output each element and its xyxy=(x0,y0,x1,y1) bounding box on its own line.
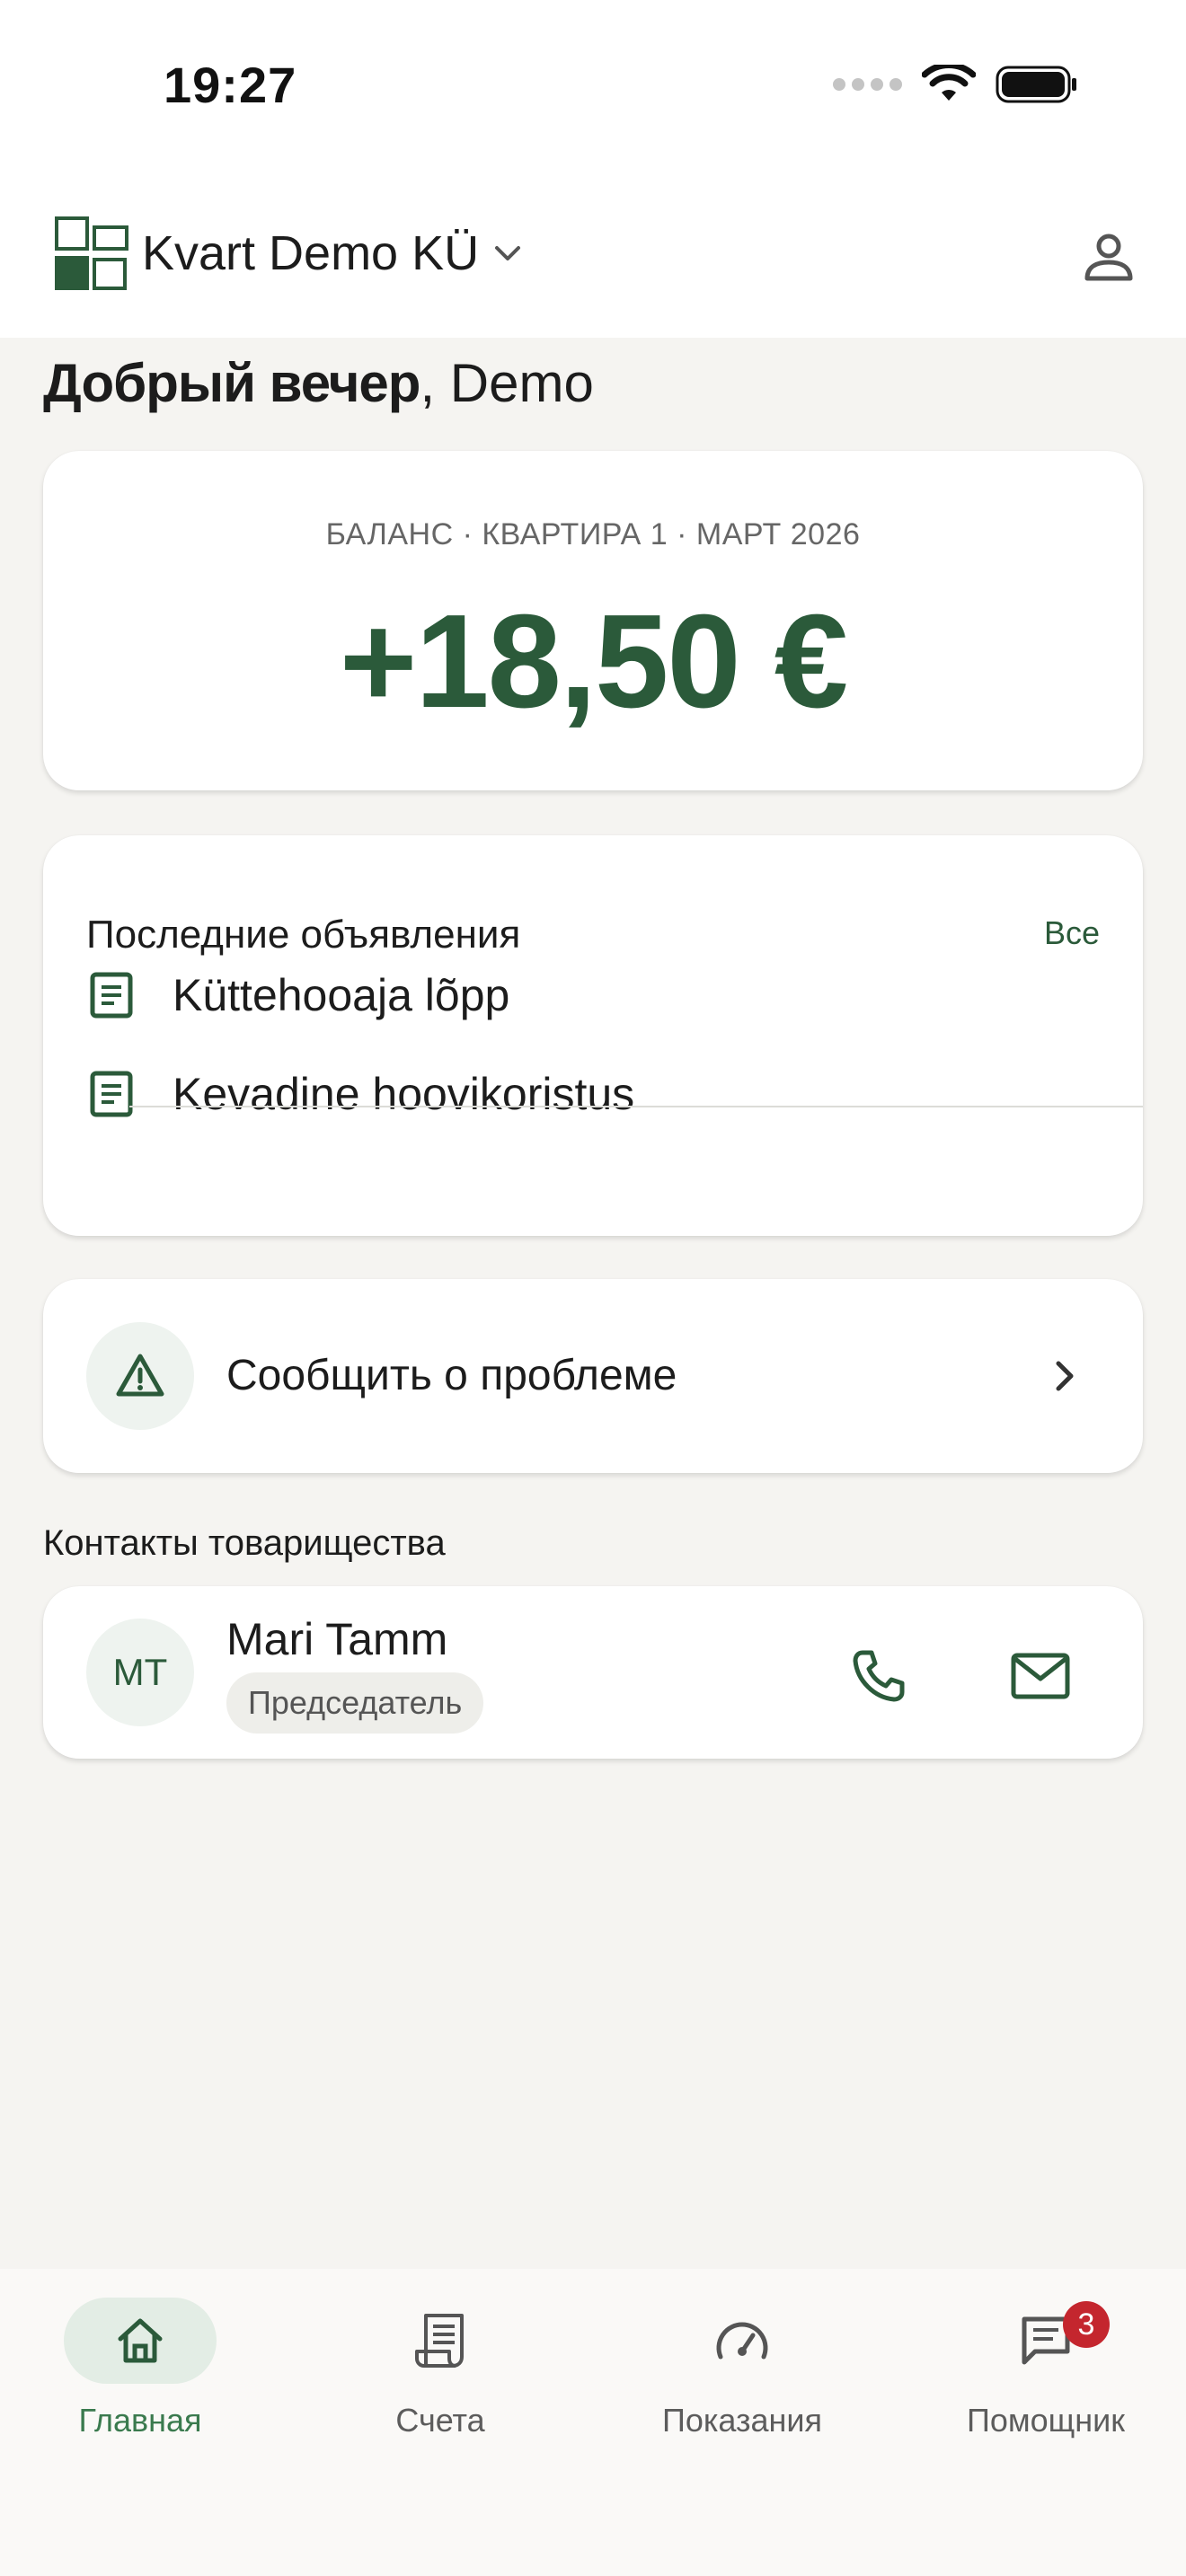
report-icon-container xyxy=(86,1322,194,1430)
avatar: MT xyxy=(86,1619,194,1726)
nav-bills-pill xyxy=(364,2298,517,2384)
balance-amount: +18,50 € xyxy=(339,587,848,736)
document-icon xyxy=(90,972,133,1019)
balance-card[interactable]: БАЛАНС · КВАРТИРА 1 · МАРТ 2026 +18,50 € xyxy=(43,451,1143,790)
contact-name: Mari Tamm xyxy=(226,1614,448,1664)
nav-home[interactable]: Главная xyxy=(5,2298,275,2439)
announcement-item[interactable]: Kevadine hoovikoristus xyxy=(43,1045,1100,1142)
receipt-icon xyxy=(415,2314,464,2368)
balance-label: БАЛАНС · КВАРТИРА 1 · МАРТ 2026 xyxy=(325,517,861,551)
document-icon xyxy=(90,1071,133,1117)
profile-icon[interactable] xyxy=(1076,225,1141,289)
announcement-title: Kevadine hoovikoristus xyxy=(173,1069,635,1119)
email-button[interactable] xyxy=(1005,1640,1076,1712)
chevron-right-icon xyxy=(1056,1361,1074,1391)
greeting-prefix: Добрый вечер xyxy=(43,353,420,413)
nav-readings-pill xyxy=(666,2298,819,2384)
nav-home-pill xyxy=(64,2298,217,2384)
org-selector[interactable]: Kvart Demo KÜ xyxy=(54,216,524,291)
app-header: Kvart Demo KÜ xyxy=(0,180,1186,338)
contacts-heading: Контакты товарищества xyxy=(43,1523,446,1563)
nav-assistant-pill: 3 xyxy=(969,2298,1122,2384)
report-problem-button[interactable]: Сообщить о проблеме xyxy=(43,1279,1143,1473)
home-icon xyxy=(118,2318,163,2363)
nav-bills[interactable]: Счета xyxy=(305,2298,575,2439)
announcement-item[interactable]: Küttehooaja lõpp xyxy=(43,947,1100,1044)
status-icons xyxy=(833,65,1078,104)
warning-icon xyxy=(116,1354,164,1397)
bottom-navigation: Главная Счета Показания 3 Помощник xyxy=(0,2269,1186,2576)
status-bar: 19:27 xyxy=(0,0,1186,180)
announcements-card: Последние объявления Все Küttehooaja lõp… xyxy=(43,835,1143,1236)
nav-label: Помощник xyxy=(966,2402,1126,2439)
battery-icon xyxy=(996,66,1076,103)
status-time: 19:27 xyxy=(164,57,297,113)
announcement-divider xyxy=(129,1106,1143,1107)
report-problem-label: Сообщить о проблеме xyxy=(226,1352,677,1399)
org-name: Kvart Demo KÜ xyxy=(142,226,480,280)
mail-icon xyxy=(1011,1653,1070,1699)
gauge-icon xyxy=(716,2322,768,2360)
cellular-signal-icon xyxy=(833,78,902,91)
announcement-title: Küttehooaja lõpp xyxy=(173,970,510,1020)
kvart-logo-icon xyxy=(55,216,128,290)
greeting: Добрый вечер, Demo xyxy=(43,352,594,414)
contact-role-badge: Председатель xyxy=(226,1672,484,1734)
nav-label: Счета xyxy=(395,2402,485,2439)
nav-label: Главная xyxy=(78,2402,202,2439)
nav-label: Показания xyxy=(661,2402,823,2439)
notification-badge: 3 xyxy=(1063,2301,1110,2348)
wifi-icon xyxy=(922,65,976,101)
greeting-name: , Demo xyxy=(420,353,594,413)
chevron-down-icon xyxy=(495,246,521,260)
nav-readings[interactable]: Показания xyxy=(607,2298,877,2439)
nav-assistant[interactable]: 3 Помощник xyxy=(911,2298,1181,2439)
phone-icon xyxy=(853,1650,905,1702)
contact-card: MT Mari Tamm Председатель xyxy=(43,1586,1143,1759)
call-button[interactable] xyxy=(843,1640,915,1712)
